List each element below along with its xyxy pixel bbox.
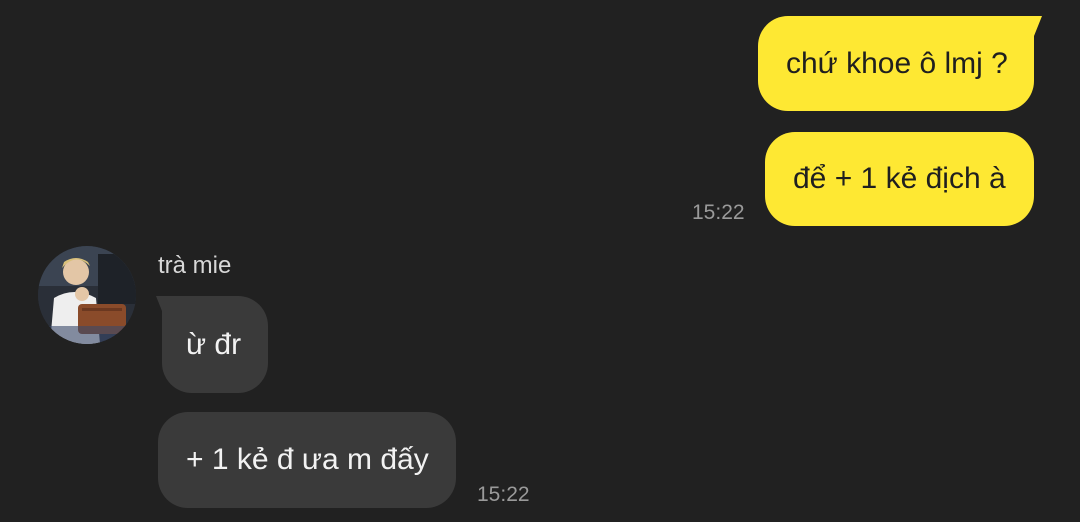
- message-text: chứ khoe ô lmj ?: [786, 46, 1008, 80]
- message-timestamp: 15:22: [477, 483, 530, 506]
- bubble-tail: [1018, 16, 1042, 46]
- message-text: + 1 kẻ đ ưa m đấy: [186, 443, 429, 476]
- message-timestamp: 15:22: [692, 201, 745, 224]
- incoming-message[interactable]: + 1 kẻ đ ưa m đấy: [158, 412, 456, 508]
- chat-screen: chứ khoe ô lmj ? để + 1 kẻ địch à 15:22 …: [0, 0, 1080, 522]
- sender-name: trà mie: [158, 252, 232, 279]
- bubble-tail: [156, 296, 178, 326]
- outgoing-message[interactable]: để + 1 kẻ địch à: [765, 132, 1034, 226]
- outgoing-message[interactable]: chứ khoe ô lmj ?: [758, 16, 1034, 111]
- avatar-photo: [38, 246, 136, 344]
- message-text: để + 1 kẻ địch à: [793, 162, 1006, 195]
- contact-avatar[interactable]: [38, 246, 136, 344]
- message-text: ừ đr: [186, 327, 242, 361]
